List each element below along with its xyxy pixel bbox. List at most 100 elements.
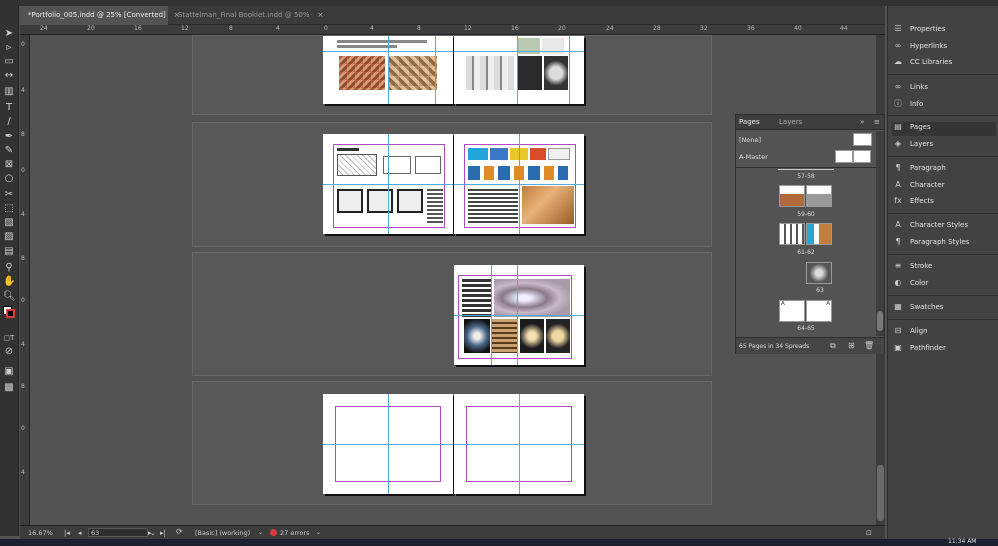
formatting-affects-container-icon[interactable]: ▢T (3, 332, 15, 344)
panel-paragraph-styles[interactable]: ¶ Paragraph Styles (892, 237, 996, 251)
image-frame[interactable] (544, 56, 568, 90)
rectangle-frame-tool-icon[interactable]: ⊠ (3, 159, 15, 171)
apply-none-icon[interactable]: ⊘ (3, 346, 15, 358)
panel-links[interactable]: ∞ Links (892, 82, 996, 96)
a-master-label[interactable]: A-Master (739, 153, 768, 161)
note-tool-icon[interactable]: ▤ (3, 246, 15, 258)
dropdown-icon[interactable]: ⌄ (258, 529, 263, 536)
panel-layers[interactable]: ◈ Layers (892, 139, 996, 153)
next-page-icon[interactable]: ▸ (148, 529, 152, 537)
scrollbar-thumb[interactable] (877, 311, 883, 331)
spread-59-60[interactable] (192, 122, 712, 247)
pencil-tool-icon[interactable]: ✎ (3, 145, 15, 157)
a-master-thumb-left[interactable] (835, 150, 853, 163)
selection-tool-icon[interactable]: ➤ (3, 28, 15, 40)
page-thumb-60[interactable] (806, 185, 832, 207)
spread-57-58[interactable] (192, 35, 712, 115)
gradient-tool-icon[interactable]: ▧ (3, 217, 15, 229)
page-left[interactable] (323, 134, 453, 234)
page-63[interactable] (454, 265, 584, 365)
panel-info[interactable]: ⓘ Info (892, 98, 996, 112)
image-frame[interactable] (466, 56, 514, 90)
panel-pathfinder[interactable]: ▣ Pathfinder (892, 343, 996, 357)
image-frame[interactable] (415, 156, 441, 174)
page-number-field[interactable]: 63 (88, 528, 148, 537)
panel-character-styles[interactable]: A Character Styles (892, 220, 996, 234)
panel-collapse-icon[interactable]: » (860, 118, 864, 126)
none-master-thumb[interactable] (853, 133, 872, 146)
image-frame[interactable] (337, 189, 363, 213)
image-frame[interactable] (337, 154, 377, 176)
gap-tool-icon[interactable]: ↔ (3, 70, 15, 82)
page-right[interactable] (454, 394, 584, 494)
pen-tool-icon[interactable]: ✒ (3, 131, 15, 143)
pages-panel-scrollbar[interactable] (876, 131, 884, 336)
image-frame[interactable] (468, 148, 488, 160)
image-frame[interactable] (367, 189, 393, 213)
vertical-ruler[interactable]: 0 4 8 0 4 8 0 4 8 0 4 (20, 35, 30, 525)
page-thumb-62[interactable] (806, 223, 832, 245)
hand-tool-icon[interactable]: ✋ (3, 276, 15, 288)
image-frame[interactable] (397, 189, 423, 213)
panel-stroke[interactable]: ≡ Stroke (892, 261, 996, 275)
line-tool-icon[interactable]: / (3, 116, 15, 128)
preview-mode-icon[interactable]: ▩ (3, 382, 15, 394)
page-thumb-64[interactable]: A (779, 300, 805, 322)
tab-portfolio[interactable]: *Portfolio_005.indd @ 25% [Converted] × (20, 6, 180, 25)
page-right[interactable] (454, 36, 584, 104)
tab-layers[interactable]: Layers (779, 118, 802, 126)
trash-icon[interactable]: 🗑︎ (864, 341, 874, 350)
close-icon[interactable]: × (318, 11, 324, 19)
type-tool-icon[interactable]: T (3, 102, 15, 114)
page-thumb-63[interactable] (806, 262, 832, 284)
preflight-profile[interactable]: [Basic] (working) (195, 529, 250, 537)
page-thumb-59[interactable] (779, 185, 805, 207)
resize-corner-icon[interactable]: ⊡ (866, 529, 872, 537)
content-collector-icon[interactable]: ▥ (3, 86, 15, 98)
page-left[interactable] (323, 394, 453, 494)
image-frame[interactable] (494, 279, 570, 317)
panel-menu-icon[interactable]: ≡ (874, 118, 880, 126)
edit-page-size-icon[interactable]: ⧉ (830, 341, 836, 351)
panel-paragraph[interactable]: ¶ Paragraph (892, 163, 996, 177)
scrollbar-thumb[interactable] (877, 465, 884, 521)
tab-stattelman[interactable]: Stattelman_Final Booklet.indd @ 50% × (170, 6, 323, 25)
image-frame[interactable] (339, 56, 385, 90)
fill-stroke-swatch-icon[interactable] (3, 306, 15, 318)
first-page-icon[interactable]: |◂ (64, 529, 70, 537)
panel-properties[interactable]: ☰ Properties (892, 24, 996, 38)
zoom-tool-icon[interactable]: 🔍︎ (3, 291, 16, 303)
spread-64-65[interactable] (192, 381, 712, 505)
toggle-page-view-icon[interactable]: ⟳ (176, 527, 183, 536)
panel-color[interactable]: ◐ Color (892, 278, 996, 292)
image-frame[interactable] (520, 319, 544, 353)
tab-pages[interactable]: Pages (739, 118, 760, 126)
new-page-icon[interactable]: ⊞ (848, 341, 855, 350)
a-master-thumb-right[interactable] (853, 150, 871, 163)
image-frame[interactable] (546, 319, 570, 353)
panel-effects[interactable]: fx Effects (892, 196, 996, 210)
image-frame[interactable] (389, 56, 437, 90)
ellipse-tool-icon[interactable]: ○ (3, 173, 15, 185)
image-frame[interactable] (464, 319, 490, 353)
screen-mode-icon[interactable]: ▣ (3, 366, 15, 378)
last-page-icon[interactable]: ▸| (160, 529, 166, 537)
panel-character[interactable]: A Character (892, 180, 996, 194)
spread-63[interactable] (192, 252, 712, 376)
direct-selection-tool-icon[interactable]: ▹ (3, 42, 15, 54)
page-thumb-61[interactable] (779, 223, 805, 245)
prev-page-icon[interactable]: ◂ (78, 529, 82, 537)
panel-swatches[interactable]: ▦ Swatches (892, 302, 996, 316)
none-master-label[interactable]: [None] (739, 136, 761, 144)
preflight-errors[interactable]: 27 errors (280, 529, 309, 537)
eyedropper-tool-icon[interactable]: ⚲ (3, 262, 15, 274)
page-thumb-65[interactable]: A (806, 300, 832, 322)
dropdown-icon[interactable]: ⌄ (316, 529, 321, 536)
panel-pages[interactable]: ▤ Pages (892, 122, 996, 136)
gradient-feather-icon[interactable]: ▨ (3, 231, 15, 243)
page-right[interactable] (454, 134, 584, 234)
free-transform-tool-icon[interactable]: ⬚ (3, 203, 15, 215)
panel-align[interactable]: ⊟ Align (892, 326, 996, 340)
horizontal-ruler[interactable]: 24 20 16 12 8 4 0 4 8 12 16 20 24 28 32 … (20, 25, 885, 35)
panel-hyperlinks[interactable]: ∞ Hyperlinks (892, 41, 996, 55)
